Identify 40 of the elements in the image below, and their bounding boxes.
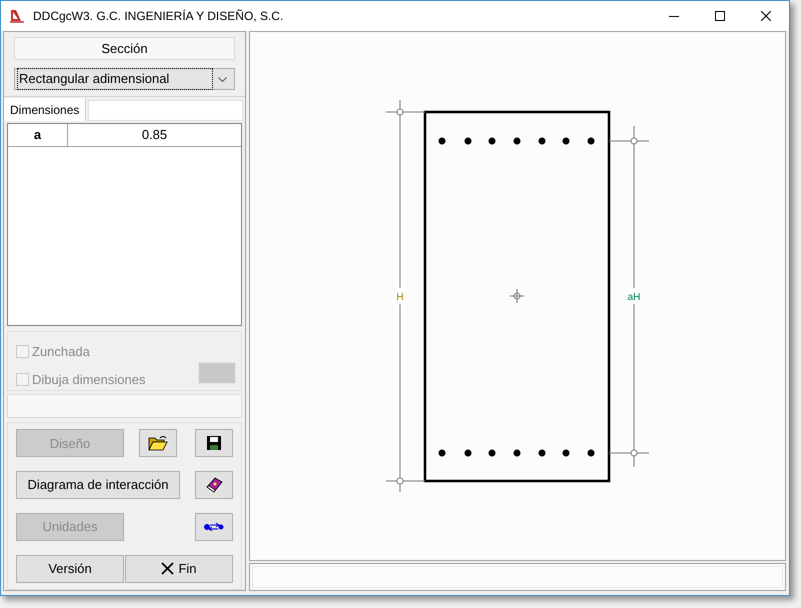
action-button[interactable]: Versión xyxy=(16,554,124,583)
rebar-dot xyxy=(514,450,520,456)
maximize-icon xyxy=(715,11,725,21)
rebar-dot xyxy=(538,138,546,144)
tab[interactable]: Dimensiones xyxy=(4,98,86,121)
rebar-dot xyxy=(488,138,496,144)
dimension-label: aH xyxy=(628,292,640,303)
centroid-marker-icon xyxy=(510,288,524,304)
rebar-dot xyxy=(514,138,520,144)
swap-arrows-icon xyxy=(204,522,224,532)
section-type-dropdown[interactable]: Rectangular adimensional xyxy=(14,68,235,90)
window-title: DDCgcW3. G.C. INGENIERÍA Y DISEÑO, S.C. xyxy=(33,8,284,25)
open-button[interactable] xyxy=(139,429,177,458)
text-field[interactable] xyxy=(7,394,242,418)
dimension-label: H xyxy=(396,292,404,303)
rebar-dot xyxy=(562,450,570,456)
exit-button[interactable]: Fin xyxy=(125,554,233,583)
table-cell-text: 0.85 xyxy=(140,126,168,144)
rebar-dot xyxy=(438,450,446,456)
table-cell: a xyxy=(8,124,68,146)
swap-button[interactable] xyxy=(195,512,233,541)
rebar-dot xyxy=(588,138,594,144)
rebar-dot xyxy=(464,450,472,456)
action-button[interactable]: Diagrama de interacción xyxy=(16,471,180,500)
close-icon xyxy=(161,562,174,576)
help-button[interactable] xyxy=(195,471,233,500)
rebar-dot xyxy=(488,450,496,456)
rebar-dot xyxy=(464,138,472,144)
rebar-dot xyxy=(562,138,570,144)
book-icon xyxy=(205,477,223,494)
folder-icon xyxy=(148,435,168,452)
chevron-down-icon xyxy=(218,76,227,82)
section-header: Sección xyxy=(14,37,235,60)
app-logo-icon xyxy=(9,9,25,23)
color-swatch[interactable] xyxy=(198,362,236,384)
save-button[interactable] xyxy=(195,429,233,458)
rebar-dot xyxy=(538,450,546,456)
rebar-dot xyxy=(588,450,594,456)
rebar-dot xyxy=(438,138,446,144)
close-icon xyxy=(761,11,771,21)
